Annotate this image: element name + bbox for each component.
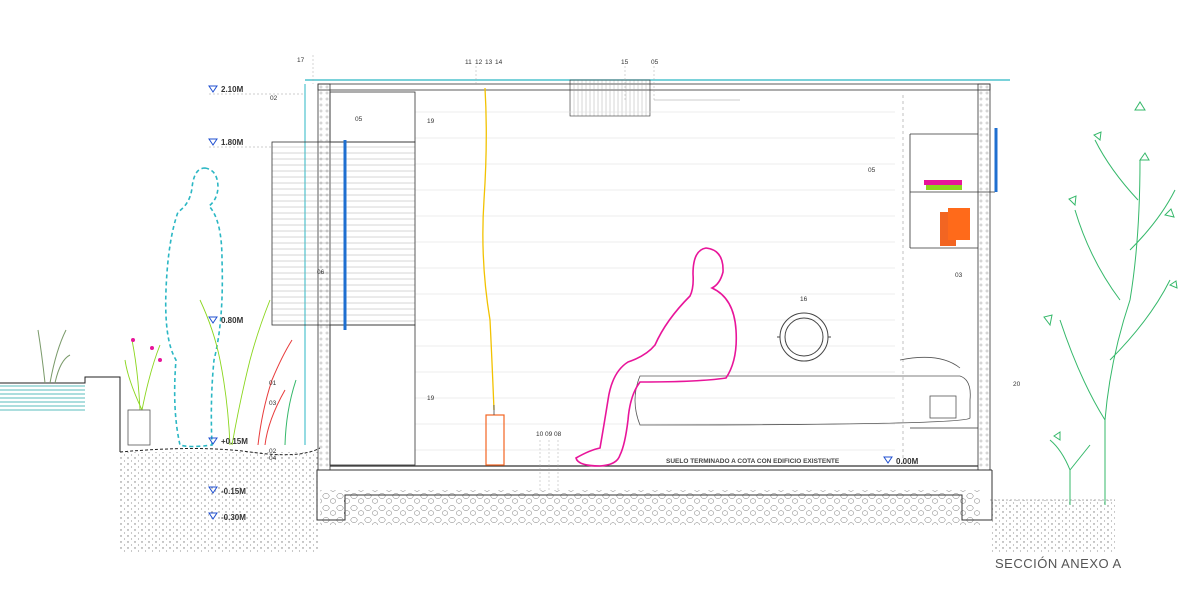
level-180: 1.80M [208, 138, 272, 148]
standing-person [164, 167, 224, 448]
plants-left [37, 299, 297, 446]
callout-13: 13 [485, 59, 493, 66]
callout-19-lower: 19 [427, 395, 435, 402]
callout-05-top: 05 [651, 59, 659, 66]
svg-text:+0.15M: +0.15M [221, 437, 248, 446]
drawing-caption: SECCIÓN ANEXO A [995, 556, 1122, 571]
level-000: 0.00M [883, 456, 919, 466]
callout-02-lower: 02 [269, 448, 277, 455]
callout-10: 10 [536, 431, 544, 438]
svg-text:1.80M: 1.80M [221, 138, 244, 147]
section-drawing: 2.10M 1.80M 0.80M +0.15M 0.00M -0.15M -0… [0, 55, 1178, 571]
bench [634, 356, 971, 426]
svg-text:-0.15M: -0.15M [221, 487, 246, 496]
callout-15: 15 [621, 59, 629, 66]
building-shell [271, 79, 1010, 471]
level-080: 0.80M [208, 316, 244, 325]
shelf-objects [924, 180, 970, 246]
level-015: +0.15M [208, 437, 248, 446]
callout-03-right: 03 [955, 272, 963, 279]
callout-06: 06 [317, 269, 325, 276]
callout-14: 14 [495, 59, 503, 66]
svg-text:0.80M: 0.80M [221, 316, 244, 325]
ground [119, 447, 1115, 552]
callout-05: 05 [355, 116, 363, 123]
callout-11: 11 [465, 59, 472, 66]
floor-note: SUELO TERMINADO A COTA CON EDIFICIO EXIS… [666, 458, 840, 465]
callout-12: 12 [475, 59, 483, 66]
svg-text:-0.30M: -0.30M [221, 513, 246, 522]
level-210: 2.10M [208, 85, 305, 95]
callout-20: 20 [1013, 381, 1021, 388]
callout-08: 08 [554, 431, 562, 438]
callout-01: 01 [269, 380, 277, 387]
svg-text:2.10M: 2.10M [221, 85, 244, 94]
callout-19: 19 [427, 118, 435, 125]
callout-05-right: 05 [868, 167, 876, 174]
callout-02: 02 [270, 95, 278, 102]
pond [0, 376, 121, 452]
seated-person [575, 247, 738, 467]
callout-09: 09 [545, 431, 553, 438]
callout-03: 03 [269, 400, 277, 407]
svg-text:0.00M: 0.00M [896, 457, 919, 466]
callout-16: 16 [800, 296, 808, 303]
cable-lamp [482, 87, 505, 466]
tree-right [1043, 101, 1178, 505]
callout-17: 17 [297, 57, 305, 64]
callout-04: 04 [269, 455, 277, 462]
